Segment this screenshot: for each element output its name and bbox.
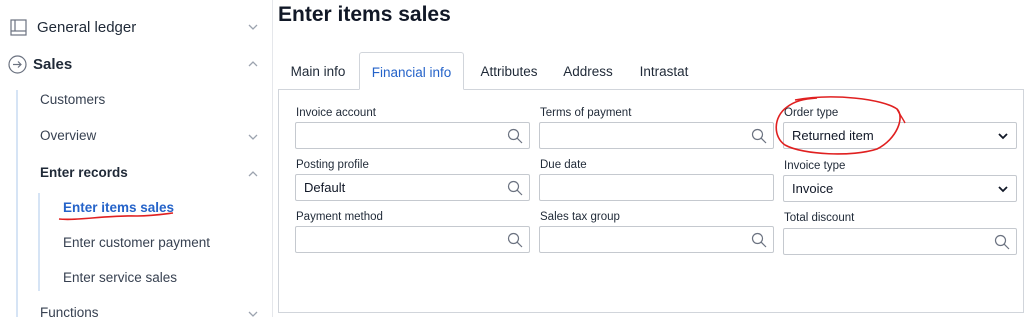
terms-of-payment-field[interactable] <box>539 122 774 149</box>
sidebar-item-enter-service-sales[interactable]: Enter service sales <box>63 270 177 285</box>
chevron-down-icon <box>248 24 258 30</box>
due-date-field[interactable] <box>539 174 774 201</box>
field-value: Invoice <box>792 181 834 196</box>
payment-method-label: Payment method <box>296 211 383 223</box>
sales-tax-group-field[interactable] <box>539 226 774 253</box>
field-value: Default <box>304 180 346 195</box>
terms-of-payment-label: Terms of payment <box>540 107 632 119</box>
search-icon[interactable] <box>507 128 523 144</box>
total-discount-label: Total discount <box>784 212 855 224</box>
chevron-down-icon <box>248 134 258 140</box>
payment-method-field[interactable] <box>295 226 530 253</box>
ledger-icon <box>10 18 27 36</box>
red-circle-annotation <box>775 96 906 155</box>
total-discount-field[interactable] <box>783 228 1017 255</box>
sidebar-item-label: General ledger <box>37 18 137 36</box>
chevron-down-icon <box>248 311 258 317</box>
sidebar-item-customers[interactable]: Customers <box>40 92 105 107</box>
search-icon[interactable] <box>507 232 523 248</box>
tab-main-info[interactable]: Main info <box>278 52 358 90</box>
chevron-up-icon <box>248 171 258 177</box>
search-icon[interactable] <box>994 234 1010 250</box>
sidebar-item-sales[interactable]: Sales <box>0 51 273 77</box>
invoice-type-label: Invoice type <box>784 160 846 172</box>
sidebar-item-label: Sales <box>33 55 73 73</box>
search-icon[interactable] <box>751 128 767 144</box>
sidebar-item-functions[interactable]: Functions <box>40 305 99 317</box>
sidebar: General ledger Sales Customers Overview … <box>0 0 273 317</box>
chevron-down-icon <box>998 186 1008 193</box>
posting-profile-field[interactable]: Default <box>295 174 530 201</box>
red-underline-annotation <box>58 212 174 221</box>
sidebar-item-general-ledger[interactable]: General ledger <box>0 14 273 40</box>
tab-intrastat[interactable]: Intrastat <box>628 52 700 90</box>
tree-line <box>16 90 18 317</box>
tab-financial-info[interactable]: Financial info <box>359 52 464 90</box>
tab-attributes[interactable]: Attributes <box>466 52 552 90</box>
chevron-down-icon <box>998 133 1008 140</box>
sidebar-item-overview[interactable]: Overview <box>40 128 96 143</box>
invoice-type-select[interactable]: Invoice <box>783 175 1017 202</box>
chevron-up-icon <box>248 61 258 67</box>
search-icon[interactable] <box>507 180 523 196</box>
invoice-account-field[interactable] <box>295 122 530 149</box>
invoice-account-label: Invoice account <box>296 107 376 119</box>
page-title: Enter items sales <box>278 3 451 26</box>
sidebar-item-enter-customer-payment[interactable]: Enter customer payment <box>63 235 210 250</box>
search-icon[interactable] <box>751 232 767 248</box>
arrow-circle-icon <box>8 54 27 74</box>
due-date-label: Due date <box>540 159 587 171</box>
sales-tax-group-label: Sales tax group <box>540 211 620 223</box>
posting-profile-label: Posting profile <box>296 159 369 171</box>
sidebar-item-enter-records[interactable]: Enter records <box>40 165 128 180</box>
tab-address[interactable]: Address <box>554 52 622 90</box>
tree-line <box>38 193 40 291</box>
